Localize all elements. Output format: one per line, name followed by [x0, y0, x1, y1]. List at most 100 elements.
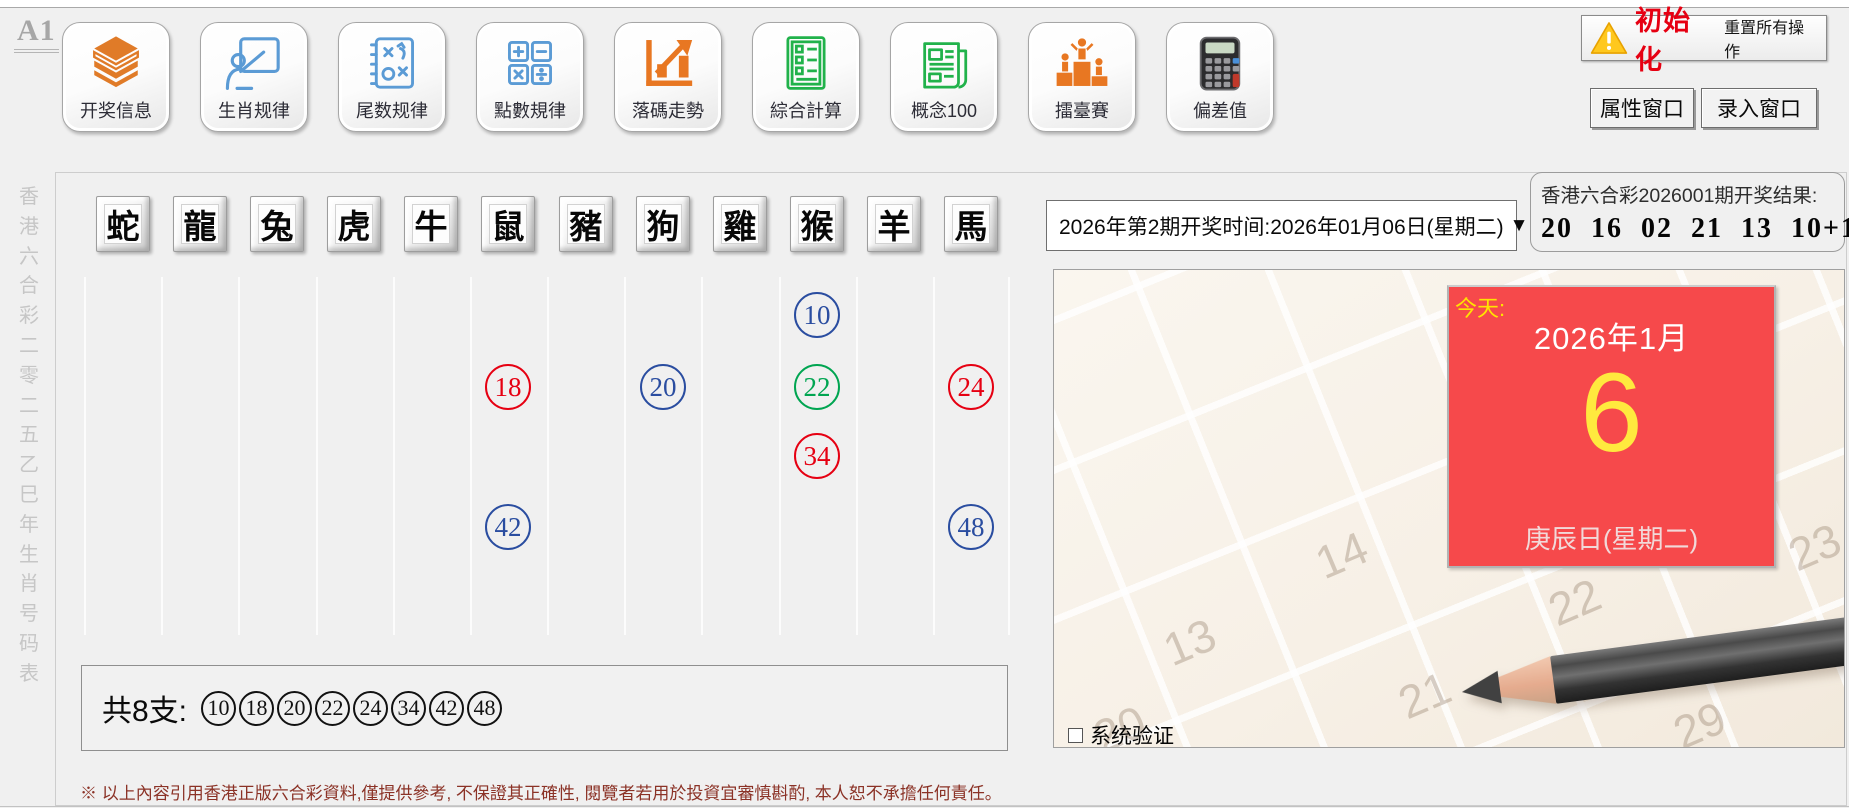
zodiac-tab-horse[interactable]: 馬 [944, 196, 998, 252]
grid-column-line [393, 277, 395, 635]
calendar-bg-number: 29 [1665, 690, 1733, 748]
grid-column-line [779, 277, 781, 635]
calendar-bg-number: 14 [1307, 520, 1375, 590]
draw-period-select[interactable]: 2026年第2期开奖时间:2026年01月06日(星期二) ▼ [1046, 200, 1517, 251]
summary-number: 22 [315, 691, 350, 726]
grid-number: 10 [794, 292, 840, 338]
zodiac-tab-label: 蛇 [104, 204, 142, 244]
initialize-button[interactable]: 初始化 重置所有操作 [1581, 15, 1827, 61]
toolbar-button-label: 綜合計算 [770, 97, 842, 123]
zodiac-tab-ox[interactable]: 牛 [404, 196, 458, 252]
zodiac-tab-label: 牛 [412, 204, 450, 244]
grid-column-line [547, 277, 549, 635]
zodiac-tab-label: 鼠 [489, 204, 527, 244]
zodiac-tab-label: 猴 [798, 204, 836, 244]
warning-icon [1590, 21, 1628, 55]
zodiac-tab-label: 羊 [875, 204, 913, 244]
calendar-bg-number: 21 [1390, 660, 1458, 730]
toolbar-button-point-rule[interactable]: 點數規律 [476, 22, 584, 132]
zodiac-tab-rat[interactable]: 鼠 [481, 196, 535, 252]
summary-number: 10 [201, 691, 236, 726]
zodiac-tab-rooster[interactable]: 雞 [713, 196, 767, 252]
calendar-bg-number: 22 [1540, 567, 1608, 637]
calendar-day-detail: 庚辰日(星期二) [1449, 519, 1774, 556]
toolbar-button-composite-calc[interactable]: 綜合計算 [752, 22, 860, 132]
calendar-bg-number: 23 [1780, 512, 1845, 582]
zodiac-tab-label: 兔 [258, 204, 296, 244]
toolbar-button-label: 擂臺賽 [1055, 97, 1109, 123]
toolbar-button-draw-info[interactable]: 开奖信息 [62, 22, 170, 132]
summary-label: 共8支: [102, 686, 187, 730]
zodiac-tab-label: 龍 [181, 204, 219, 244]
toolbar-button-arena[interactable]: 擂臺賽 [1028, 22, 1136, 132]
grid-number: 42 [485, 504, 531, 550]
app-logo: A1 [14, 14, 59, 53]
zodiac-tab-rabbit[interactable]: 兔 [250, 196, 304, 252]
zodiac-tab-label: 馬 [952, 204, 990, 244]
grid-number: 22 [794, 364, 840, 410]
grid-column-line [856, 277, 858, 635]
grid-number: 48 [948, 504, 994, 550]
latest-result-panel: 香港六合彩2026001期开奖结果: 20 16 02 21 13 10+14 [1530, 172, 1845, 252]
toolbar-button-label: 开奖信息 [80, 97, 152, 123]
toolbar-button-label: 落碼走勢 [632, 97, 704, 123]
system-verify-label: 系统验证 [1090, 720, 1174, 748]
result-numbers: 20 16 02 21 13 10+14 [1541, 213, 1834, 245]
disclaimer-text: ※ 以上內容引用香港正版六合彩資料,僅提供參考, 不保證其正確性, 閱覽者若用於… [80, 779, 1002, 804]
summary-number: 24 [353, 691, 388, 726]
toolbar-button-tail-rule[interactable]: 尾数规律 [338, 22, 446, 132]
zodiac-tab-goat[interactable]: 羊 [867, 196, 921, 252]
toolbar-button-label: 偏差值 [1193, 97, 1247, 123]
summary-box: 共8支: 10 18 20 22 24 34 42 48 [81, 665, 1008, 751]
sidebar-vertical-title: 香港六合彩二零二五乙巳年生肖号码表 [13, 183, 45, 690]
zodiac-tab-dragon[interactable]: 龍 [173, 196, 227, 252]
grid-column-line [1008, 277, 1010, 635]
system-verify-checkbox-row[interactable]: 系统验证 [1068, 720, 1174, 748]
toolbar-button-zodiac-rule[interactable]: 生肖规律 [200, 22, 308, 132]
bottom-divider [0, 806, 1849, 807]
grid-column-line [624, 277, 626, 635]
result-title: 香港六合彩2026001期开奖结果: [1541, 179, 1834, 208]
toolbar-button-deviation[interactable]: 偏差值 [1166, 22, 1274, 132]
system-verify-checkbox[interactable] [1068, 728, 1083, 743]
window-top-strip [0, 0, 1849, 8]
grid-column-line [161, 277, 163, 635]
zodiac-tab-pig[interactable]: 豬 [559, 196, 613, 252]
calendar-panel: 13 14 21 22 20 29 23 今天: 2026年1月 6 庚辰日(星… [1053, 269, 1845, 748]
grid-number: 34 [794, 433, 840, 479]
grid-column-line [84, 277, 86, 635]
toolbar-button-label: 生肖规律 [218, 97, 290, 123]
zodiac-tab-label: 雞 [721, 204, 759, 244]
chevron-down-icon[interactable]: ▼ [1510, 215, 1529, 237]
property-window-button[interactable]: 属性窗口 [1590, 88, 1694, 128]
zodiac-tab-snake[interactable]: 蛇 [96, 196, 150, 252]
toolbar-button-label: 尾数规律 [356, 97, 428, 123]
summary-number: 48 [467, 691, 502, 726]
summary-number: 18 [239, 691, 274, 726]
zodiac-tab-dog[interactable]: 狗 [636, 196, 690, 252]
summary-number: 42 [429, 691, 464, 726]
calendar-day: 6 [1449, 357, 1774, 469]
zodiac-tab-label: 豬 [567, 204, 605, 244]
grid-column-line [701, 277, 703, 635]
summary-number: 20 [277, 691, 312, 726]
draw-period-value: 2026年第2期开奖时间:2026年01月06日(星期二) [1059, 211, 1504, 241]
grid-column-line [933, 277, 935, 635]
today-date-card: 今天: 2026年1月 6 庚辰日(星期二) [1447, 285, 1776, 568]
pencil-tip [1459, 656, 1556, 716]
grid-column-line [316, 277, 318, 635]
calendar-bg-number: 13 [1155, 607, 1223, 677]
grid-column-line [238, 277, 240, 635]
zodiac-tab-tiger[interactable]: 虎 [327, 196, 381, 252]
toolbar-button-trend[interactable]: 落碼走勢 [614, 22, 722, 132]
pencil-image [1459, 609, 1845, 715]
summary-number: 34 [391, 691, 426, 726]
entry-window-button[interactable]: 录入窗口 [1701, 88, 1817, 128]
initialize-sublabel: 重置所有操作 [1724, 14, 1818, 62]
zodiac-tab-label: 狗 [644, 204, 682, 244]
initialize-label: 初始化 [1635, 0, 1717, 77]
zodiac-number-grid: 10 18 20 22 24 34 42 48 [84, 277, 1010, 635]
toolbar-button-concept100[interactable]: 概念100 [890, 22, 998, 132]
zodiac-tab-monkey[interactable]: 猴 [790, 196, 844, 252]
grid-number: 24 [948, 364, 994, 410]
